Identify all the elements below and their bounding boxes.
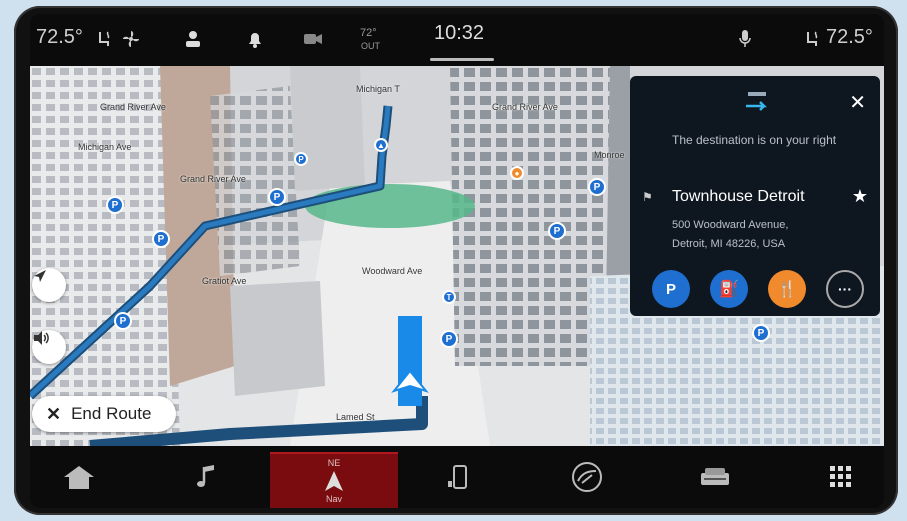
restaurant-button[interactable]: 🍴 xyxy=(768,270,806,308)
street-label: Grand River Ave xyxy=(180,174,246,184)
nav-label: Nav xyxy=(325,494,342,504)
nav-button-active[interactable]: NE Nav xyxy=(270,452,398,508)
nav-heading: NE xyxy=(327,458,341,468)
parking-poi-icon[interactable]: P xyxy=(548,222,566,240)
apps-grid-icon xyxy=(830,466,851,487)
camera-icon[interactable] xyxy=(300,26,326,52)
speaker-icon xyxy=(34,331,49,345)
volume-button[interactable] xyxy=(32,330,66,364)
fuel-button[interactable]: ⛽ xyxy=(710,270,748,308)
street-label: Michigan T xyxy=(356,84,400,94)
address-line-1: 500 Woodward Avenue, xyxy=(672,219,789,231)
media-button[interactable] xyxy=(172,446,242,508)
parking-poi-icon[interactable]: P xyxy=(106,196,124,214)
comfort-icon xyxy=(572,462,602,492)
street-label: Grand River Ave xyxy=(492,102,558,112)
compass-icon xyxy=(34,270,46,282)
profile-icon[interactable] xyxy=(180,26,206,52)
favorite-star-icon[interactable]: ★ xyxy=(852,186,868,207)
fan-icon[interactable] xyxy=(118,26,144,52)
parking-poi-icon[interactable]: P xyxy=(268,188,286,206)
arrival-message: The destination is on your right xyxy=(672,133,837,147)
street-label: Monroe xyxy=(594,150,625,160)
transit-poi-icon[interactable]: T xyxy=(442,290,456,304)
home-icon xyxy=(64,466,94,489)
infotainment-screen: 72.5° 72° OUT 10:32 72.5° Grand River Av… xyxy=(30,14,884,508)
destination-panel: ✕ The destination is on your right ⚑ Tow… xyxy=(630,76,880,316)
driver-temperature[interactable]: 72.5° xyxy=(36,26,83,49)
close-panel-button[interactable]: ✕ xyxy=(849,90,866,115)
parking-poi-icon[interactable]: P xyxy=(752,324,770,342)
home-button[interactable] xyxy=(44,446,114,508)
street-label: Michigan Ave xyxy=(78,142,132,152)
parking-poi-icon[interactable]: P xyxy=(114,312,132,330)
recenter-button[interactable] xyxy=(32,268,66,302)
seat-heat-icon[interactable] xyxy=(92,26,118,52)
clock-underline xyxy=(430,58,494,61)
apps-button[interactable] xyxy=(806,446,876,508)
restaurant-poi-icon[interactable]: ● xyxy=(510,166,524,180)
parking-poi-icon[interactable]: P xyxy=(440,330,458,348)
street-label: Woodward Ave xyxy=(362,266,423,276)
parking-poi-icon[interactable]: P xyxy=(294,152,308,166)
outside-temperature: 72° xyxy=(360,27,377,39)
destination-address: 500 Woodward Avenue, Detroit, MI 48226, … xyxy=(672,216,788,254)
destination-name: Townhouse Detroit xyxy=(672,188,805,205)
passenger-temperature[interactable]: 72.5° xyxy=(826,26,873,49)
music-note-icon xyxy=(197,465,214,487)
vehicle-button[interactable] xyxy=(680,446,750,508)
comfort-button[interactable] xyxy=(552,446,622,508)
street-label: Grand River Ave xyxy=(100,102,166,112)
clock: 10:32 xyxy=(434,22,485,44)
outside-label: OUT xyxy=(361,41,380,51)
phone-button[interactable] xyxy=(422,446,492,508)
nav-arrow-icon xyxy=(325,471,343,491)
vehicle-icon xyxy=(701,468,729,485)
end-route-button[interactable]: ✕ End Route xyxy=(32,396,176,432)
parking-button[interactable]: P xyxy=(652,270,690,308)
street-label: Lamed St xyxy=(336,412,375,422)
end-route-label: End Route xyxy=(71,404,152,423)
mic-icon[interactable] xyxy=(732,26,758,52)
destination-flag-icon: ⚑ xyxy=(642,190,653,204)
address-line-2: Detroit, MI 48226, USA xyxy=(672,238,786,250)
route-waypoint-icon[interactable]: ▲ xyxy=(374,138,388,152)
status-bar: 72.5° 72° OUT 10:32 72.5° xyxy=(30,14,884,64)
close-icon: ✕ xyxy=(46,403,62,424)
parking-poi-icon[interactable]: P xyxy=(588,178,606,196)
street-label: Gratiot Ave xyxy=(202,276,247,286)
arrival-right-icon xyxy=(742,86,772,121)
bell-icon[interactable] xyxy=(242,26,268,52)
parking-poi-icon[interactable]: P xyxy=(152,230,170,248)
more-options-button[interactable]: ··· xyxy=(826,270,864,308)
phone-icon xyxy=(448,465,467,489)
bottom-nav-bar: NE Nav xyxy=(30,446,884,508)
passenger-seat-heat-icon[interactable] xyxy=(800,26,826,52)
